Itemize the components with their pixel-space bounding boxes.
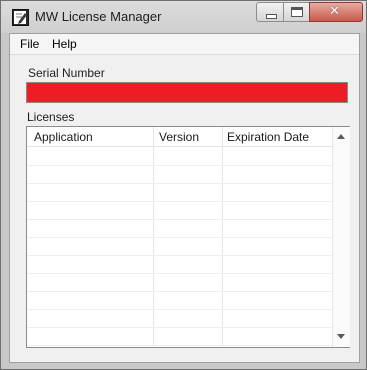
close-button[interactable]: ✕ (309, 2, 363, 22)
license-manager-window: MW License Manager ✕ File Help Serial Nu… (0, 0, 367, 370)
column-header-version[interactable]: Version (159, 130, 199, 144)
licenses-label: Licenses (27, 110, 75, 124)
table-row-divider (27, 183, 332, 184)
window-controls: ✕ (256, 2, 363, 22)
table-row-divider (27, 327, 332, 328)
serial-number-field[interactable] (26, 82, 348, 103)
column-header-application[interactable]: Application (34, 130, 93, 144)
title-bar[interactable]: MW License Manager ✕ (1, 1, 366, 33)
vertical-scrollbar[interactable] (332, 127, 350, 347)
table-row-divider (27, 345, 332, 346)
table-row-divider (27, 237, 332, 238)
list-header: Application Version Expiration Date (27, 127, 332, 147)
table-row-divider (27, 219, 332, 220)
column-header-expiration-date[interactable]: Expiration Date (227, 130, 309, 144)
scroll-down-arrow-icon[interactable] (337, 334, 345, 339)
menu-file[interactable]: File (20, 37, 39, 51)
table-row-divider (27, 309, 332, 310)
pencil-notepad-icon[interactable] (12, 9, 29, 26)
client-area: File Help Serial Number Licenses Applica… (9, 33, 360, 363)
menu-bar: File Help (10, 34, 359, 55)
table-row-divider (27, 255, 332, 256)
serial-number-label: Serial Number (28, 66, 105, 80)
table-row-divider (27, 273, 332, 274)
list-rows (27, 147, 332, 346)
close-icon: ✕ (329, 4, 340, 19)
table-row-divider (27, 201, 332, 202)
table-row-divider (27, 291, 332, 292)
maximize-icon (291, 7, 303, 17)
menu-help[interactable]: Help (52, 37, 77, 51)
minimize-icon (266, 14, 277, 19)
licenses-list[interactable]: Application Version Expiration Date (26, 126, 350, 348)
maximize-button[interactable] (283, 2, 310, 22)
scroll-up-arrow-icon[interactable] (337, 134, 345, 139)
minimize-button[interactable] (256, 2, 284, 22)
table-row-divider (27, 165, 332, 166)
window-title: MW License Manager (35, 9, 162, 24)
